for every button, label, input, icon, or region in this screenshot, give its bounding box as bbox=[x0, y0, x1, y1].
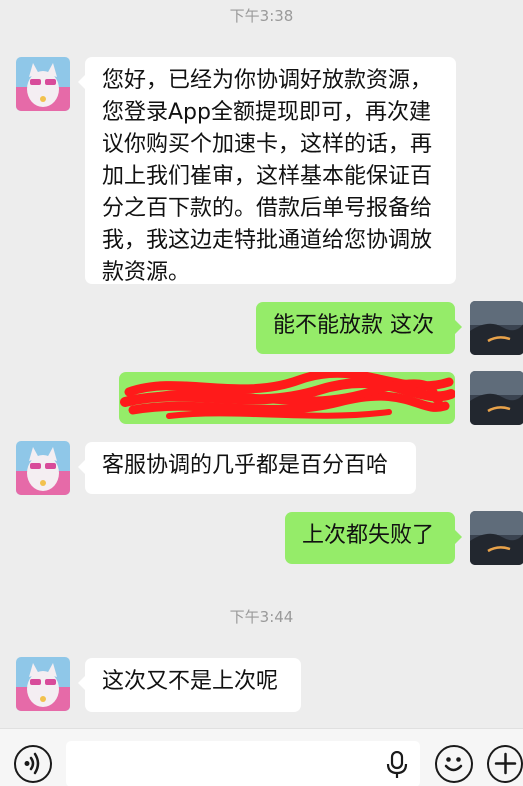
cat-avatar-icon bbox=[16, 441, 70, 495]
landscape-avatar-icon bbox=[470, 511, 523, 565]
microphone-icon[interactable] bbox=[386, 751, 408, 779]
message-text: 客服协调的几乎都是百分百哈 bbox=[102, 453, 389, 478]
more-button[interactable] bbox=[487, 745, 523, 783]
message-text: 这次又不是上次呢 bbox=[102, 669, 279, 694]
emoji-button[interactable] bbox=[435, 745, 473, 783]
self-avatar[interactable] bbox=[470, 371, 523, 425]
cat-avatar-icon bbox=[16, 57, 70, 111]
message-bubble-incoming[interactable]: 客服协调的几乎都是百分百哈 bbox=[78, 442, 416, 494]
message-bubble-outgoing[interactable]: 上次都失败了 bbox=[285, 512, 462, 564]
message-bubble-incoming[interactable]: 这次又不是上次呢 bbox=[78, 658, 301, 712]
timestamp: 下午3:44 bbox=[229, 608, 294, 626]
landscape-avatar-icon bbox=[470, 301, 523, 355]
landscape-avatar-icon bbox=[470, 371, 523, 425]
message-text: 上次都失败了 bbox=[302, 523, 435, 548]
message-bubble-outgoing[interactable]: 能不能放款 这次 bbox=[256, 302, 462, 354]
contact-avatar[interactable] bbox=[16, 57, 70, 111]
self-avatar[interactable] bbox=[470, 511, 523, 565]
voice-button[interactable] bbox=[14, 745, 52, 783]
message-text: 能不能放款 这次 bbox=[273, 313, 434, 338]
message-bubble-incoming[interactable]: 您好，已经为你协调好放款资源，您登录App全额提现即可，再次建议你购买个加速卡，… bbox=[78, 57, 456, 285]
contact-avatar[interactable] bbox=[16, 657, 70, 711]
contact-avatar[interactable] bbox=[16, 441, 70, 495]
cat-avatar-icon bbox=[16, 657, 70, 711]
message-bubble-outgoing-redacted[interactable] bbox=[119, 372, 455, 424]
voice-icon bbox=[24, 752, 40, 775]
redaction-scribble-icon bbox=[120, 372, 455, 419]
message-input[interactable] bbox=[66, 741, 420, 786]
input-bar bbox=[0, 728, 523, 786]
timestamp: 下午3:38 bbox=[229, 7, 294, 25]
message-text: 您好，已经为你协调好放款资源，您登录App全额提现即可，再次建议你购买个加速卡，… bbox=[102, 68, 433, 285]
plus-icon bbox=[494, 752, 517, 775]
self-avatar[interactable] bbox=[470, 301, 523, 355]
emoji-icon bbox=[444, 757, 463, 772]
